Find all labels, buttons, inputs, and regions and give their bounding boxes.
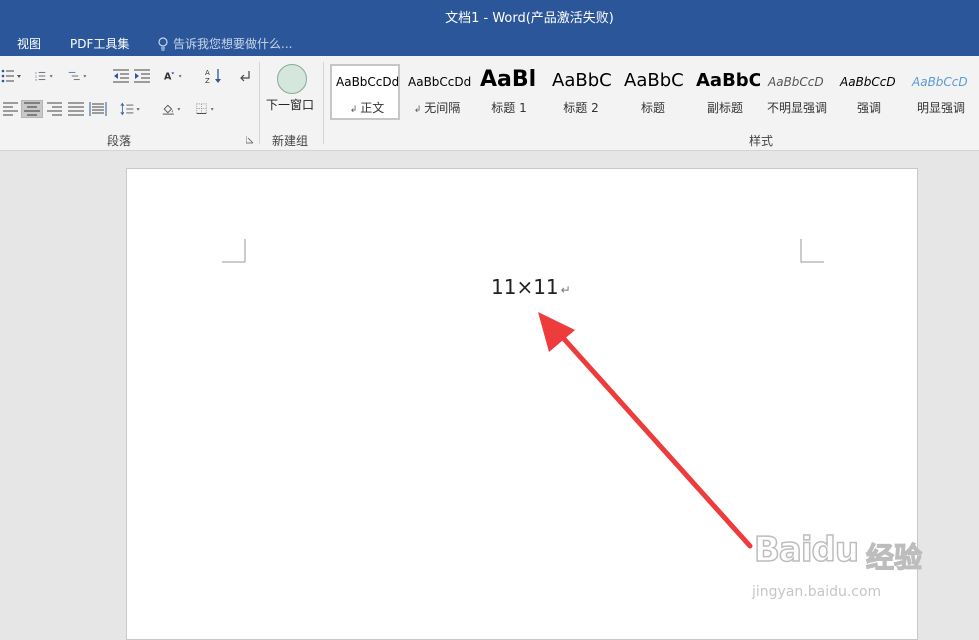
borders-icon — [196, 103, 214, 114]
align-right-icon — [47, 102, 62, 116]
style-heading-2[interactable]: AaBbC 标题 2 — [546, 64, 616, 120]
show-marks-button[interactable] — [234, 67, 256, 85]
increase-indent-button[interactable] — [131, 67, 153, 85]
crop-mark-top-right — [800, 239, 824, 263]
increase-indent-icon — [134, 69, 150, 83]
align-right-button[interactable] — [43, 100, 65, 118]
borders-button[interactable] — [196, 100, 218, 118]
tab-pdf-tools[interactable]: PDF工具集 — [70, 35, 129, 52]
shading-button[interactable] — [162, 100, 184, 118]
bullets-button[interactable] — [0, 67, 22, 85]
watermark-url: jingyan.baidu.com — [752, 584, 882, 600]
style-normal[interactable]: AaBbCcDd ↲ 正文 — [330, 64, 400, 120]
align-center-icon — [24, 102, 40, 116]
sort-button[interactable]: A Z — [203, 67, 225, 85]
bullets-icon — [1, 69, 21, 83]
style-no-spacing[interactable]: AaBbCcDd ↲ 无间隔 — [402, 64, 472, 120]
align-left-icon — [3, 102, 18, 116]
decrease-indent-button[interactable] — [110, 67, 132, 85]
multilevel-list-icon — [68, 71, 87, 81]
distributed-icon — [89, 102, 107, 116]
document-text[interactable]: 11×11 ↵ — [491, 275, 571, 299]
style-heading-1[interactable]: AaBl 标题 1 — [474, 64, 544, 120]
svg-text:A: A — [205, 69, 210, 77]
sort-icon: A Z — [205, 69, 221, 84]
paragraph-mark-icon — [240, 71, 250, 82]
style-subtle-emphasis[interactable]: AaBbCcD 不明显强调 — [762, 64, 832, 120]
paragraph-mark: ↵ — [560, 283, 571, 297]
paragraph-group-label: 段落 — [107, 134, 132, 148]
line-spacing-icon — [120, 102, 140, 116]
svg-text:A: A — [164, 72, 172, 83]
justify-button[interactable] — [65, 100, 87, 118]
style-title[interactable]: AaBbC 标题 — [618, 64, 688, 120]
tell-me-placeholder: 告诉我您想要做什么... — [173, 37, 293, 51]
align-left-button[interactable] — [0, 100, 22, 118]
style-intense-emphasis[interactable]: AaBbCcD 明显强调 — [906, 64, 976, 120]
watermark-logo: Baidu — [753, 529, 860, 571]
dialog-launcher-icon[interactable] — [246, 136, 254, 144]
chinese-layout-button[interactable]: A — [164, 67, 186, 85]
multilevel-list-button[interactable] — [68, 67, 90, 85]
svg-text:Z: Z — [205, 77, 210, 84]
decrease-indent-icon — [113, 69, 129, 83]
justify-icon — [68, 102, 84, 116]
lightbulb-icon — [158, 36, 168, 51]
svg-text:3: 3 — [35, 78, 37, 82]
line-spacing-button[interactable] — [120, 100, 142, 118]
numbering-icon: 1 2 3 — [35, 71, 53, 82]
next-window-button[interactable]: 下一窗口 — [266, 96, 314, 113]
align-center-button[interactable] — [21, 100, 43, 118]
watermark-brand: 经验 — [865, 540, 923, 574]
crop-mark-top-left — [222, 239, 246, 263]
baidu-watermark: Baidu 经验 jingyan.baidu.com — [748, 518, 928, 608]
paint-bucket-icon — [162, 104, 181, 115]
tell-me-search[interactable]: 告诉我您想要做什么... — [157, 35, 292, 52]
styles-group-label: 样式 — [749, 134, 774, 148]
style-emphasis[interactable]: AaBbCcD 强调 — [834, 64, 904, 120]
distributed-button[interactable] — [87, 100, 109, 118]
title-bar: 文档1 - Word(产品激活失败) — [0, 0, 979, 32]
ribbon: 1 2 3 A A Z 段落 下一窗口 新建组 AaBbCcDd ↲ 正文 Aa… — [0, 56, 979, 151]
ribbon-tabs: 视图 PDF工具集 告诉我您想要做什么... — [0, 32, 979, 56]
chinese-layout-icon: A — [164, 72, 182, 83]
next-window-icon[interactable] — [277, 64, 307, 94]
document-content: 11×11 — [491, 275, 559, 299]
numbering-button[interactable]: 1 2 3 — [35, 67, 57, 85]
tab-view[interactable]: 视图 — [17, 35, 41, 52]
window-title: 文档1 - Word(产品激活失败) — [445, 10, 614, 26]
new-group-label: 新建组 — [272, 134, 309, 148]
style-subtitle[interactable]: AaBbC 副标题 — [690, 64, 760, 120]
styles-gallery: AaBbCcDd ↲ 正文 AaBbCcDd ↲ 无间隔 AaBl 标题 1 A… — [330, 64, 979, 120]
group-separator — [259, 62, 260, 144]
group-separator — [323, 62, 324, 144]
